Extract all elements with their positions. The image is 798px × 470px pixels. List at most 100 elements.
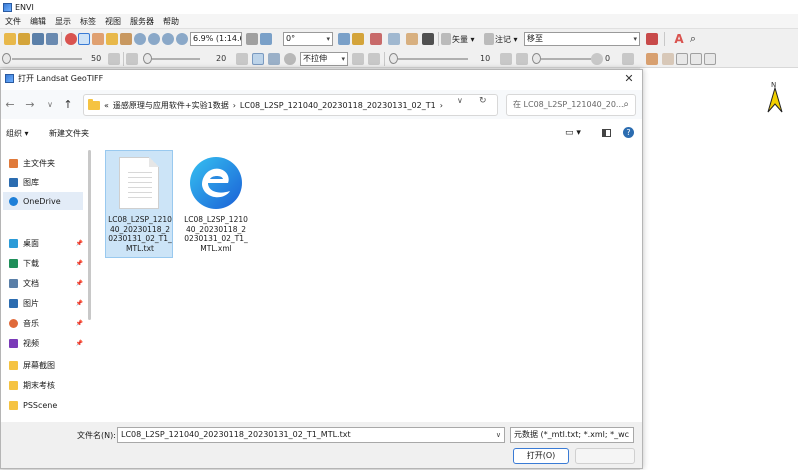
transparency-slider[interactable] — [541, 58, 591, 60]
back-button[interactable]: ← — [3, 98, 17, 112]
chip-icon[interactable] — [388, 33, 400, 45]
pin-icon[interactable]: 📌 — [76, 260, 83, 267]
organize-button[interactable]: 组织 ▾ — [6, 128, 29, 139]
pin-icon[interactable]: 📌 — [76, 300, 83, 307]
cancel-button[interactable] — [575, 448, 635, 464]
rotate-left-icon[interactable] — [246, 33, 258, 45]
menu-view[interactable]: 视图 — [105, 16, 121, 27]
view-single-icon[interactable] — [676, 53, 688, 65]
envi-a-icon[interactable]: A — [673, 33, 685, 45]
menu-edit[interactable]: 编辑 — [30, 16, 46, 27]
export-icon[interactable] — [406, 33, 418, 45]
nav-item[interactable]: 图库 — [9, 173, 85, 191]
stretch-combo[interactable]: 不拉伸 ▾ — [300, 52, 348, 66]
contrast-slider[interactable] — [152, 58, 200, 60]
recent-dropdown-icon[interactable]: ∨ — [43, 98, 57, 112]
zoom-icon[interactable] — [134, 33, 146, 45]
rotation-combo[interactable]: 0° ▾ — [283, 32, 333, 46]
nav-item[interactable]: 视频 📌 — [9, 334, 85, 352]
nav-item[interactable]: 屏幕截图 — [9, 356, 85, 374]
view-quad-icon[interactable] — [704, 53, 716, 65]
profile-icon[interactable] — [370, 33, 382, 45]
stretch-icon[interactable] — [252, 53, 264, 65]
dialog-close-button[interactable]: ✕ — [622, 72, 636, 85]
view-options-icon[interactable]: ▭ ▾ — [565, 128, 581, 138]
menu-label[interactable]: 标签 — [80, 16, 96, 27]
vector-menu[interactable]: 矢量 ▾ — [452, 34, 475, 45]
file-item-txt[interactable]: LC08_L2SP_121040_20230118_20230131_02_T1… — [105, 150, 173, 258]
nav-item[interactable]: 主文件夹 — [9, 154, 85, 172]
transparency-icon[interactable] — [516, 53, 528, 65]
sharpen-knob[interactable] — [389, 53, 398, 64]
pin-icon[interactable]: 📌 — [76, 280, 83, 287]
filename-input[interactable]: LC08_L2SP_121040_20230118_20230131_02_T1… — [117, 427, 505, 443]
rotate-icon[interactable] — [120, 33, 132, 45]
pin-icon[interactable]: 📌 — [76, 240, 83, 247]
menu-server[interactable]: 服务器 — [130, 16, 154, 27]
keyboard-icon[interactable] — [422, 33, 434, 45]
chevron-down-icon[interactable]: ∨ — [496, 428, 501, 442]
reset-sharpen-icon[interactable] — [500, 53, 512, 65]
data-manager-icon[interactable] — [32, 33, 44, 45]
contrast-icon[interactable] — [126, 53, 138, 65]
nav-item[interactable]: 文档 📌 — [9, 274, 85, 292]
north-up-icon[interactable] — [338, 33, 350, 45]
rotate-right-icon[interactable] — [260, 33, 272, 45]
nav-item[interactable]: OneDrive — [3, 192, 83, 210]
navigation-scrollbar[interactable] — [88, 150, 91, 320]
reset-brightness-icon[interactable] — [108, 53, 120, 65]
nav-item[interactable]: 桌面 📌 — [9, 234, 85, 252]
address-bar[interactable]: « 遥感原理与应用软件+实验1数据 › LC08_L2SP_121040_202… — [83, 94, 498, 116]
sharpen-slider[interactable] — [398, 58, 468, 60]
up-button[interactable]: ↑ — [61, 98, 75, 112]
help-icon[interactable]: ? — [623, 127, 634, 138]
breadcrumb-prefix[interactable]: « — [104, 101, 109, 110]
zoom-combo[interactable]: 6.9% (1:14.6) — [190, 32, 242, 46]
pan-icon[interactable] — [92, 33, 104, 45]
layer-manager-icon[interactable] — [46, 33, 58, 45]
brightness-knob[interactable] — [2, 53, 11, 64]
annotation-menu[interactable]: 注记 ▾ — [495, 34, 518, 45]
goto-action-icon[interactable] — [646, 33, 658, 45]
select-cursor-icon[interactable] — [78, 33, 90, 45]
file-type-filter[interactable]: 元数据 (*_mtl.txt; *.xml; *_wc — [510, 427, 634, 443]
breadcrumb-item[interactable]: 遥感原理与应用软件+实验1数据 — [113, 100, 229, 111]
settings-gear-icon[interactable] — [284, 53, 296, 65]
refresh-icon[interactable]: ↻ — [479, 96, 487, 106]
search-input[interactable]: 在 LC08_L2SP_121040_20... ⌕ — [506, 94, 636, 116]
open-button[interactable]: 打开(O) — [513, 448, 569, 464]
breadcrumb-item[interactable]: LC08_L2SP_121040_20230118_20230131_02_T1 — [240, 101, 436, 110]
new-folder-button[interactable]: 新建文件夹 — [49, 128, 89, 139]
brightness-slider[interactable] — [12, 58, 82, 60]
nav-item[interactable]: 音乐 📌 — [9, 314, 85, 332]
sharpen-icon[interactable] — [368, 53, 380, 65]
menu-display[interactable]: 显示 — [55, 16, 71, 27]
transparency-toggle-icon[interactable] — [591, 53, 603, 65]
zoom-in-icon[interactable] — [148, 33, 160, 45]
open-folder-icon[interactable] — [18, 33, 30, 45]
goto-combo[interactable]: 移至 ▾ — [524, 32, 640, 46]
reset-contrast-icon[interactable] — [236, 53, 248, 65]
preview-pane-icon[interactable] — [602, 129, 611, 137]
refresh-icon[interactable] — [352, 53, 364, 65]
layout-icon[interactable] — [662, 53, 674, 65]
address-dropdown-icon[interactable]: ∨ — [457, 96, 463, 105]
vector-icon[interactable] — [441, 33, 451, 45]
open-file-icon[interactable] — [4, 33, 16, 45]
annotation-icon[interactable] — [484, 33, 494, 45]
nav-item[interactable]: 下载 📌 — [9, 254, 85, 272]
forward-button[interactable]: → — [23, 98, 37, 112]
menu-help[interactable]: 帮助 — [163, 16, 179, 27]
zoom-out-icon[interactable] — [162, 33, 174, 45]
ruler-icon[interactable] — [646, 53, 658, 65]
view-double-icon[interactable] — [690, 53, 702, 65]
menu-file[interactable]: 文件 — [5, 16, 21, 27]
nav-item[interactable]: 期末考核 — [9, 376, 85, 394]
contrast-knob[interactable] — [143, 53, 152, 64]
nav-item[interactable]: 图片 📌 — [9, 294, 85, 312]
crosshair-icon[interactable] — [352, 33, 364, 45]
stretch-type-icon[interactable] — [268, 53, 280, 65]
reset-transparency-icon[interactable] — [622, 53, 634, 65]
zoom-fit-icon[interactable] — [176, 33, 188, 45]
pin-icon[interactable]: 📌 — [76, 340, 83, 347]
